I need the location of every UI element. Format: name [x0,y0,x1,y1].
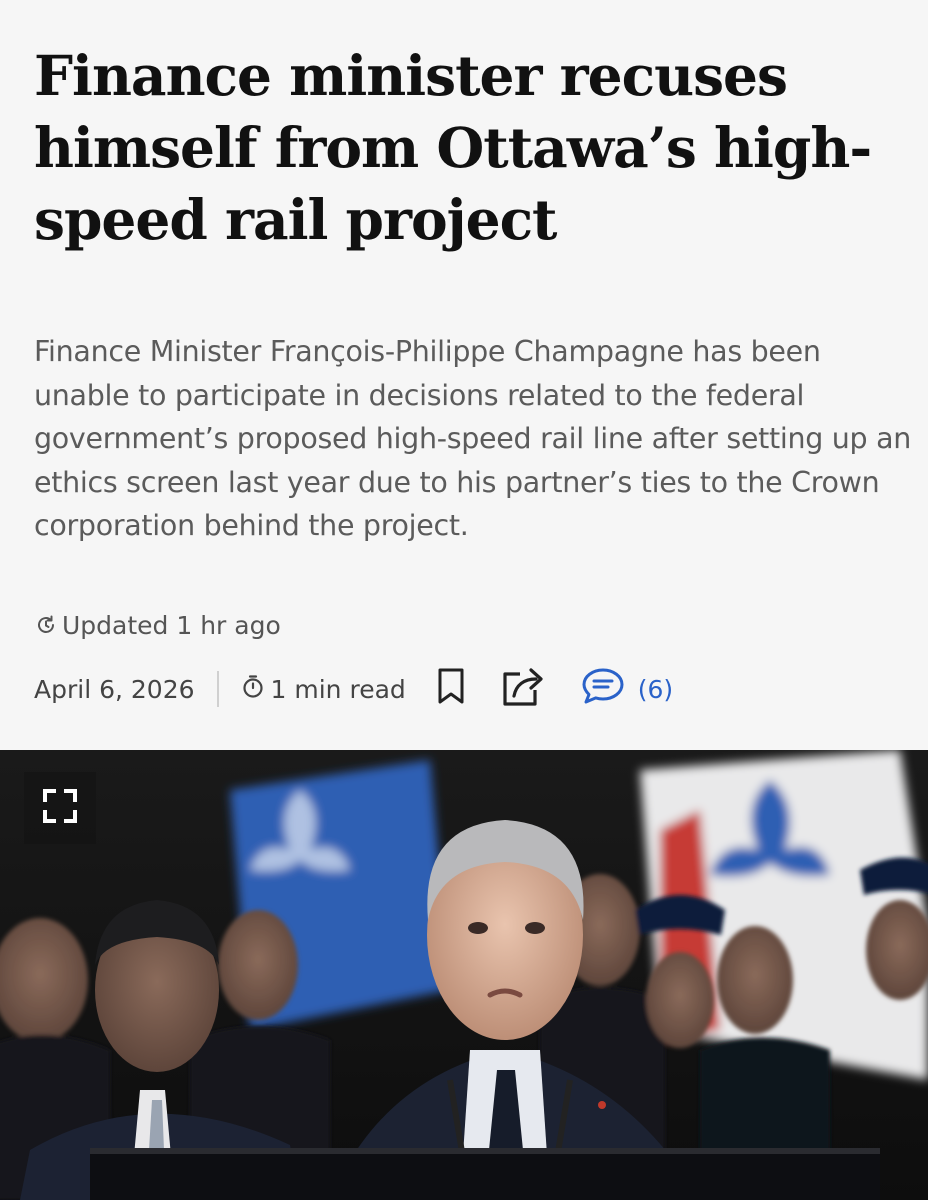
comments-button[interactable]: (6) [580,666,673,712]
share-button[interactable] [500,664,548,714]
read-time-label: 1 min read [270,674,406,704]
article-summary: Finance Minister François-Philippe Champ… [34,335,912,542]
expand-fullscreen-icon [42,788,78,829]
read-time: 1 min read [241,673,406,705]
article-meta-bar: April 6, 2026 1 min read (6) [34,666,894,712]
bookmark-button[interactable] [436,667,466,711]
stopwatch-icon [241,673,265,705]
expand-image-button[interactable] [24,772,96,844]
updated-timestamp: Updated 1 hr ago [34,606,281,644]
speech-bubble-icon [580,666,626,712]
meta-divider [216,671,219,707]
article-photo [0,750,928,1200]
refresh-clock-icon [34,613,58,637]
comment-count: (6) [637,674,674,704]
share-icon [500,664,548,714]
updated-label: Updated 1 hr ago [62,610,281,640]
bookmark-icon [436,667,466,711]
headline: Finance minister recuses himself from Ot… [34,43,872,252]
article-page: Finance minister recuses himself from Ot… [0,0,928,1200]
publish-date: April 6, 2026 [34,674,195,704]
press-conference-image [0,750,928,1200]
